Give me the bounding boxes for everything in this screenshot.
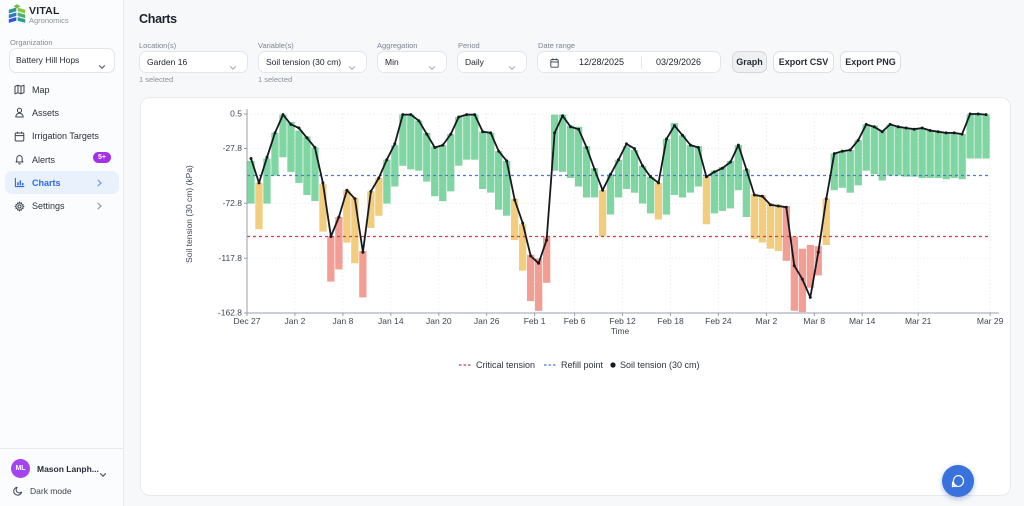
svg-text:Jan 26: Jan 26 bbox=[474, 316, 500, 326]
svg-text:-27.8: -27.8 bbox=[223, 143, 243, 153]
svg-text:Jan 8: Jan 8 bbox=[333, 316, 354, 326]
svg-text:-117.8: -117.8 bbox=[219, 253, 243, 263]
svg-text:Mar 21: Mar 21 bbox=[905, 316, 932, 326]
svg-text:Jan 20: Jan 20 bbox=[426, 316, 452, 326]
svg-text:Feb 1: Feb 1 bbox=[524, 316, 546, 326]
svg-text:Mar 29: Mar 29 bbox=[977, 316, 1004, 326]
svg-text:Critical tension: Critical tension bbox=[476, 360, 535, 370]
svg-text:Time: Time bbox=[611, 326, 630, 336]
svg-text:Refill point: Refill point bbox=[561, 360, 604, 370]
svg-text:Mar 14: Mar 14 bbox=[849, 316, 876, 326]
svg-text:Mar 2: Mar 2 bbox=[756, 316, 778, 326]
svg-text:-72.8: -72.8 bbox=[223, 198, 243, 208]
svg-text:Feb 6: Feb 6 bbox=[564, 316, 586, 326]
svg-text:Jan 2: Jan 2 bbox=[285, 316, 306, 326]
svg-text:Soil tension (30 cm): Soil tension (30 cm) bbox=[620, 360, 700, 370]
svg-text:Feb 18: Feb 18 bbox=[657, 316, 684, 326]
svg-text:Dec 27: Dec 27 bbox=[234, 316, 261, 326]
svg-text:0.5: 0.5 bbox=[230, 109, 242, 119]
svg-text:Feb 12: Feb 12 bbox=[609, 316, 636, 326]
svg-text:Soil tension (30 cm) (kPa): Soil tension (30 cm) (kPa) bbox=[184, 165, 194, 263]
svg-text:Mar 8: Mar 8 bbox=[803, 316, 825, 326]
svg-text:Jan 14: Jan 14 bbox=[378, 316, 404, 326]
svg-text:Feb 24: Feb 24 bbox=[705, 316, 732, 326]
